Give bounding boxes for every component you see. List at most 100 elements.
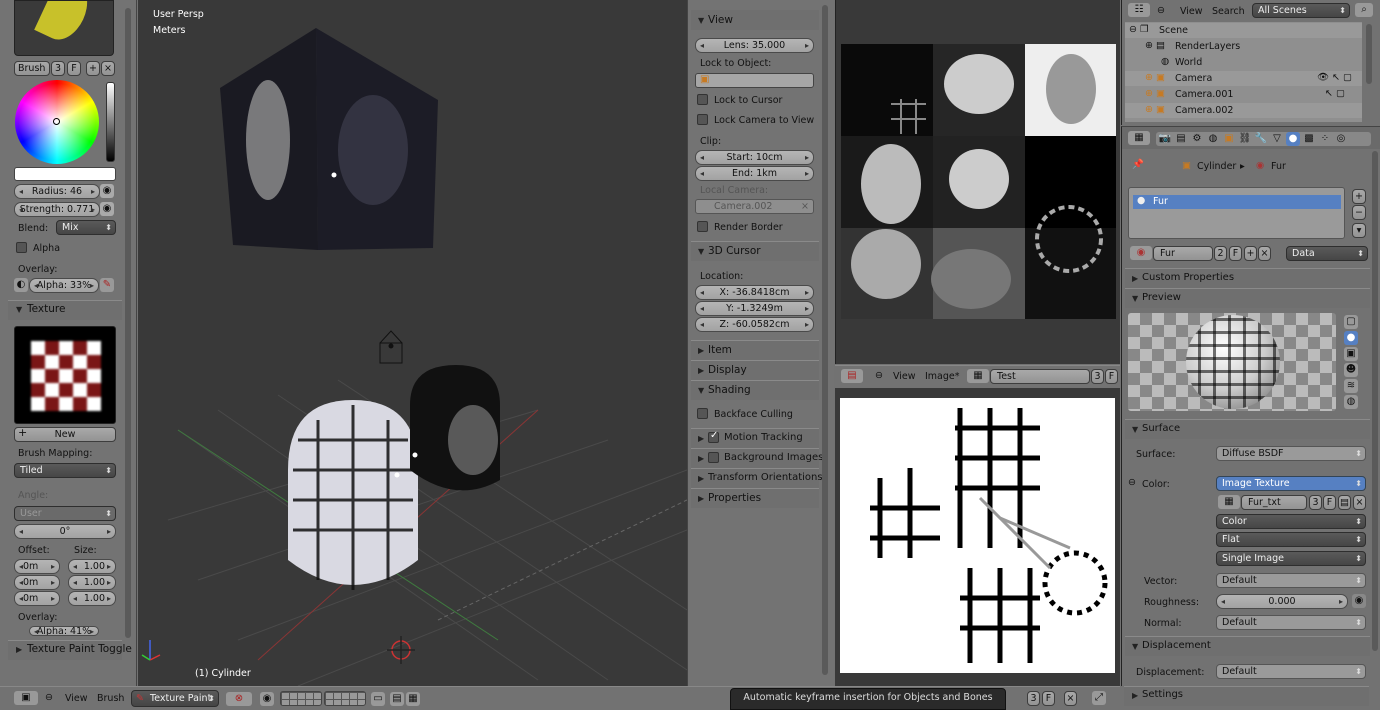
source-dropdown[interactable]: Single Image [1216, 551, 1366, 566]
zoom-fit-icon[interactable]: ⤢ [1092, 691, 1106, 705]
clip-end-field[interactable]: End: 1km [695, 166, 814, 181]
value-slider[interactable] [106, 82, 115, 162]
layer-buttons-b[interactable] [324, 691, 366, 706]
size-x-field[interactable]: 1.00 [68, 559, 116, 574]
material-fake-user[interactable]: F [1229, 246, 1242, 261]
image-editor-canvas[interactable] [835, 388, 1120, 686]
properties-editor-type-icon[interactable]: ▦ [1128, 131, 1150, 145]
texture-tab-icon[interactable]: ▩ [1302, 132, 1316, 146]
image-browse-icon[interactable]: ▦ [967, 369, 989, 383]
material-unlink-icon[interactable]: × [1258, 246, 1271, 261]
image-editor-toggle-icon[interactable]: ⊖ [875, 370, 883, 381]
material-slot-row[interactable]: ● Fur [1133, 195, 1341, 209]
strength-field[interactable]: Strength: 0.771 [14, 202, 100, 217]
color-swatch[interactable] [14, 167, 116, 181]
modifiers-tab-icon[interactable]: 🔧 [1254, 132, 1268, 146]
color-mode-dropdown[interactable]: Color [1216, 514, 1366, 529]
lock-object-field[interactable]: ▣ [695, 73, 814, 88]
radius-pressure-icon[interactable]: ◉ [100, 184, 114, 198]
painted-cylinder-object[interactable] [288, 400, 418, 590]
texture-image-users[interactable]: 3 [1309, 495, 1322, 510]
material-link-dropdown[interactable]: Data [1286, 246, 1368, 261]
slot-specials-icon[interactable]: ▾ [1352, 223, 1366, 238]
lock-layers-icon[interactable]: ▭ [371, 692, 385, 706]
properties-expand-icon[interactable]: ▶ [698, 494, 704, 503]
material-add-icon[interactable]: + [1244, 246, 1257, 261]
material-slots-list[interactable]: ● Fur [1128, 187, 1345, 239]
settings-expand-icon[interactable]: ▶ [1132, 691, 1138, 700]
motion-tracking-checkbox[interactable] [708, 430, 719, 443]
scene-tab-icon[interactable]: ⚙ [1190, 132, 1204, 146]
remove-slot-icon[interactable]: − [1352, 205, 1366, 220]
local-camera-field[interactable]: Camera.002 × [695, 199, 814, 214]
outliner-row-camera-002[interactable]: Camera.002 ⊕ ▣ [1125, 103, 1362, 118]
image-fake-user[interactable]: F [1105, 369, 1118, 384]
scene-canvas[interactable] [138, 0, 687, 686]
radius-field[interactable]: Radius: 46 [14, 184, 100, 199]
add-slot-icon[interactable]: + [1352, 189, 1366, 204]
material-browse-icon[interactable]: ◉ [1130, 246, 1152, 260]
texture-image-open-icon[interactable]: ▤ [1338, 495, 1351, 510]
lens-field[interactable]: Lens: 35.000 [695, 38, 814, 53]
viewport-editor-type-icon[interactable]: ▣ [14, 691, 38, 705]
render-anim-icon[interactable]: ▦ [406, 692, 420, 706]
view-expand-icon[interactable]: ▼ [698, 16, 704, 25]
lock-to-cursor-checkbox[interactable] [697, 94, 708, 105]
texture-image-unlink-icon[interactable]: × [1353, 495, 1366, 510]
preview-expand-icon[interactable]: ▼ [1132, 294, 1138, 303]
frame-fake-user[interactable]: F [1042, 691, 1055, 706]
material-tab-icon[interactable]: ● [1286, 132, 1300, 146]
clear-camera-icon[interactable]: × [801, 200, 809, 213]
remove-brush-icon[interactable]: × [101, 61, 115, 76]
painted-texture-image[interactable] [840, 398, 1115, 673]
item-expand-icon[interactable]: ▶ [698, 346, 704, 355]
custom-properties-expand-icon[interactable]: ▶ [1132, 274, 1138, 283]
overlay-brush-icon[interactable]: ✎ [100, 278, 114, 292]
outliner-row-world[interactable]: World ◍ [1125, 55, 1362, 70]
overlay-alpha-field[interactable]: Alpha: 33% [29, 278, 99, 293]
editor-type-icon[interactable]: ▤ [841, 369, 863, 383]
render-preview-icon[interactable]: ▤ [390, 692, 404, 706]
outliner-row-renderlayers[interactable]: RenderLayers ⊕ ▤ [1125, 39, 1362, 54]
outliner-view-menu[interactable]: View [1180, 6, 1203, 17]
cursor-z-field[interactable]: Z: -60.0582cm [695, 317, 814, 332]
roughness-field[interactable]: 0.000 [1216, 594, 1348, 609]
scene-filter-dropdown[interactable]: All Scenes [1252, 3, 1350, 18]
preview-sphere-icon[interactable]: ● [1344, 331, 1358, 345]
angle-field[interactable]: 0° [14, 524, 116, 539]
dark-cylinder-object[interactable] [410, 365, 500, 491]
size-y-field[interactable]: 1.00 [68, 575, 116, 590]
preview-cube-icon[interactable]: ▣ [1344, 347, 1358, 361]
brush-fake-user[interactable]: F [67, 61, 81, 76]
shading-expand-icon[interactable]: ▼ [698, 386, 704, 395]
object-tab-icon[interactable]: ▣ [1222, 132, 1236, 146]
displacement-expand-icon[interactable]: ▼ [1132, 642, 1138, 651]
material-users[interactable]: 2 [1214, 246, 1227, 261]
lock-camera-checkbox[interactable] [697, 114, 708, 125]
viewport-brush-menu[interactable]: Brush [97, 693, 124, 704]
frame-users[interactable]: 3 [1027, 691, 1040, 706]
data-tab-icon[interactable]: ▽ [1270, 132, 1284, 146]
constraints-tab-icon[interactable]: ⛓ [1238, 132, 1252, 146]
background-images-checkbox[interactable] [708, 452, 719, 463]
search-icon[interactable]: ⌕ [1355, 3, 1373, 17]
layers-tab-icon[interactable]: ▤ [1174, 132, 1188, 146]
n-panel-scrollbar[interactable] [822, 5, 828, 675]
render-tab-icon[interactable]: 📷 [1158, 132, 1172, 146]
strength-pressure-icon[interactable]: ◉ [100, 202, 114, 216]
layer-buttons-a[interactable] [280, 691, 322, 706]
outliner-row-camera[interactable]: Camera ⊕ ▣ 👁 ↖ ▢ [1125, 71, 1362, 86]
uv-texture-image[interactable] [841, 44, 1116, 319]
texture-preview[interactable] [14, 326, 116, 424]
viewport-shading-icon[interactable]: ⊗ [226, 692, 252, 706]
tool-shelf-scrollbar[interactable] [125, 8, 131, 638]
offset-z-field[interactable]: 0m [14, 591, 60, 606]
3d-cursor[interactable] [387, 636, 415, 664]
brush-name-field[interactable]: Brush [14, 61, 50, 76]
offset-x-field[interactable]: 0m [14, 559, 60, 574]
vector-dropdown[interactable]: Default [1216, 573, 1366, 588]
camera-001-visibility-icon[interactable]: ↖ ▢ [1325, 88, 1345, 99]
clip-start-field[interactable]: Start: 10cm [695, 150, 814, 165]
color-input-dropdown[interactable]: Image Texture [1216, 476, 1366, 491]
backface-culling-checkbox[interactable] [697, 408, 708, 419]
